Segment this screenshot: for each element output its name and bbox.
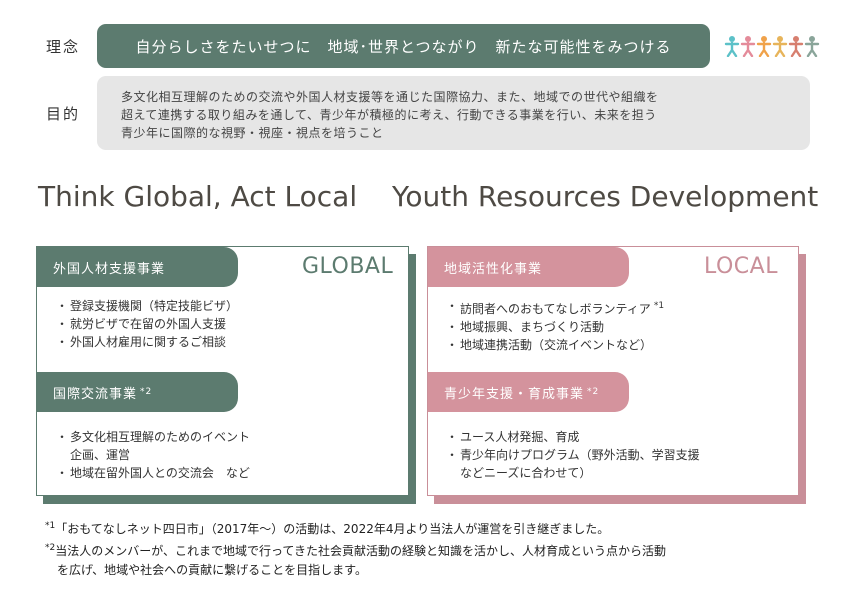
footnote-2-continued: を広げ、地域や社会への貢献に繋げることを目指します。: [45, 561, 835, 580]
footnote-text: 当法人のメンバーが、これまで地域で行ってきた社会貢献活動の経験と知識を活かし、人…: [55, 544, 667, 558]
person-icon: [740, 35, 756, 57]
people-row-icon: [724, 35, 820, 57]
global-section-1-title: 外国人材支援事業: [53, 261, 166, 277]
footnote-mark: *1: [45, 521, 56, 531]
footnote-mark: *2: [45, 543, 56, 553]
slogan-left: Think Global, Act Local: [38, 180, 358, 213]
global-section-2-tab: 国際交流事業 *2: [37, 372, 238, 412]
global-heading: GLOBAL: [302, 254, 394, 279]
local-section-2-list: ユース人材発掘、育成 青少年向けプログラム（野外活動、学習支援 などニーズに合わ…: [446, 428, 700, 482]
global-section-1-list: 登録支援機関（特定技能ビザ） 就労ビザで在留の外国人支援 外国人材雇用に関するご…: [56, 297, 238, 351]
footnotes: *1「おもてなしネット四日市」（2017年〜）の活動は、2022年4月より当法人…: [45, 517, 835, 580]
person-icon: [788, 35, 804, 57]
local-heading: LOCAL: [704, 254, 778, 279]
list-item: 地域在留外国人との交流会 など: [56, 464, 250, 482]
list-item: 青少年向けプログラム（野外活動、学習支援: [446, 446, 700, 464]
footnote-text: 「おもてなしネット四日市」（2017年〜）の活動は、2022年4月より当法人が運…: [55, 522, 610, 536]
list-item: ユース人材発掘、育成: [446, 428, 700, 446]
person-icon: [772, 35, 788, 57]
local-section-1-title: 地域活性化事業: [444, 261, 543, 277]
list-item: 多文化相互理解のためのイベント: [56, 428, 250, 446]
global-section-2-title: 国際交流事業: [53, 386, 138, 402]
local-section-1-list: 訪問者へのおもてなしボランティア*1 地域振興、まちづくり活動 地域連携活動（交…: [446, 297, 665, 354]
list-item: 登録支援機関（特定技能ビザ）: [56, 297, 238, 315]
list-item: などニーズに合わせて）: [460, 466, 592, 480]
list-item: 地域連携活動（交流イベントなど）: [446, 336, 664, 354]
local-section-1-tab: 地域活性化事業: [428, 247, 629, 287]
list-item: 地域振興、まちづくり活動: [446, 318, 664, 336]
person-icon: [804, 35, 820, 57]
purpose-box: 多文化相互理解のための交流や外国人材支援等を通じた国際協力、また、地域での世代や…: [97, 76, 810, 150]
footnote-2: *2当法人のメンバーが、これまで地域で行ってきた社会貢献活動の経験と知識を活かし…: [45, 539, 835, 561]
philosophy-text: 自分らしさをたいせつに 地域･世界とつながり 新たな可能性をみつける: [135, 37, 672, 56]
list-item-text: 訪問者へのおもてなしボランティア: [460, 302, 651, 316]
global-section-1-tab: 外国人材支援事業: [37, 247, 238, 287]
footnote-mark: *2: [587, 387, 600, 397]
person-icon: [724, 35, 740, 57]
slogan-right: Youth Resources Development: [392, 180, 819, 213]
list-item: 外国人材雇用に関するご相談: [56, 333, 238, 351]
philosophy-banner: 自分らしさをたいせつに 地域･世界とつながり 新たな可能性をみつける: [97, 24, 710, 68]
footnote-1: *1「おもてなしネット四日市」（2017年〜）の活動は、2022年4月より当法人…: [45, 517, 835, 539]
local-section-2-tab: 青少年支援・育成事業 *2: [428, 372, 629, 412]
philosophy-label: 理念: [46, 38, 81, 56]
footnote-mark: *1: [653, 301, 665, 311]
purpose-label: 目的: [46, 105, 81, 123]
person-icon: [756, 35, 772, 57]
purpose-line: 超えて連携する取り組みを通して、青少年が積極的に考え、行動できる事業を行い、未来…: [121, 108, 657, 122]
global-section-2-list: 多文化相互理解のためのイベント 企画、運営 地域在留外国人との交流会 など: [56, 428, 250, 482]
list-item: 企画、運営: [70, 448, 131, 462]
purpose-line: 青少年に国際的な視野・視座・視点を培うこと: [121, 126, 384, 140]
list-item: 訪問者へのおもてなしボランティア*1: [446, 297, 665, 318]
footnote-text: を広げ、地域や社会への貢献に繋げることを目指します。: [57, 563, 367, 577]
local-section-2-title: 青少年支援・育成事業: [444, 386, 585, 402]
list-item: 就労ビザで在留の外国人支援: [56, 315, 238, 333]
footnote-mark: *2: [140, 387, 153, 397]
purpose-line: 多文化相互理解のための交流や外国人材支援等を通じた国際協力、また、地域での世代や…: [121, 90, 659, 104]
